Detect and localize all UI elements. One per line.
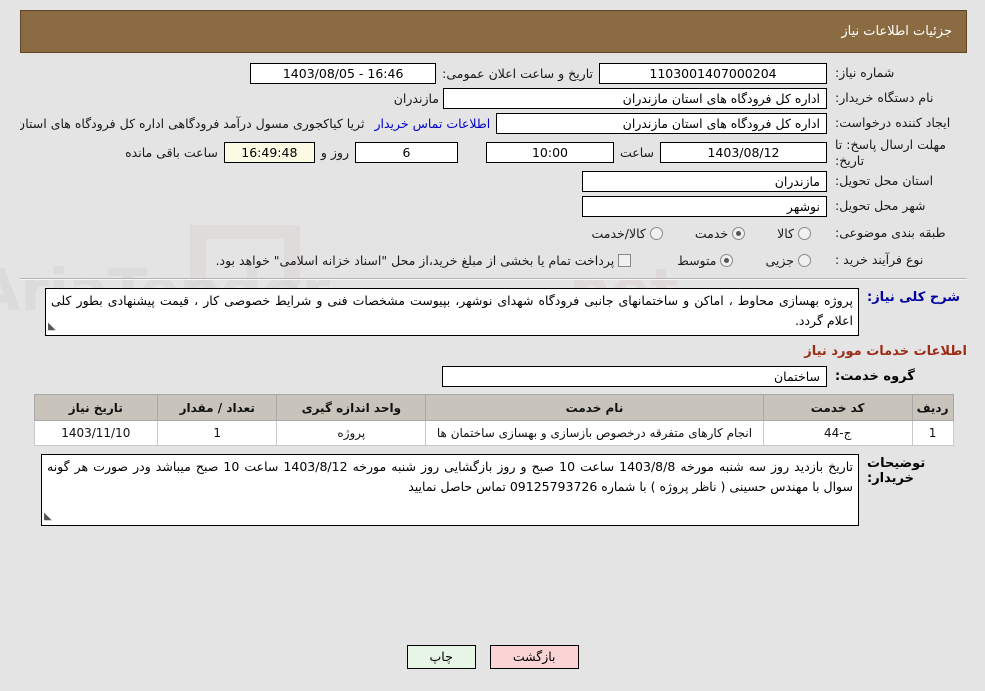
resize-grip-icon[interactable]: ◢ <box>48 319 56 335</box>
province-value[interactable]: مازندران <box>582 171 827 193</box>
service-group-label: گروه خدمت: <box>835 368 915 384</box>
th-code: کد خدمت <box>762 394 913 422</box>
row-need-description: شرح کلی نیاز: پروژه بهسازی محاوط ، اماکن… <box>20 288 967 337</box>
need-description-value: پروژه بهسازی محاوط ، اماکن و ساختمانهای … <box>51 293 853 328</box>
page-title: جزئیات اطلاعات نیاز <box>841 24 952 39</box>
row-deadline: مهلت ارسال پاسخ: تا تاریخ: 1403/08/12 سا… <box>20 137 967 168</box>
public-announce-value[interactable]: 16:46 - 1403/08/05 <box>250 63 437 84</box>
need-description-label: شرح کلی نیاز: <box>867 290 961 306</box>
radio-process-motavaset-label: متوسط <box>677 253 717 269</box>
deadline-time-value[interactable]: 10:00 <box>485 142 614 164</box>
th-unit: واحد اندازه گیری <box>276 394 427 422</box>
radio-category-kala[interactable] <box>798 227 811 241</box>
deadline-label: مهلت ارسال پاسخ: تا تاریخ: <box>835 137 946 168</box>
cell-name: انجام کارهای متفرقه درخصوص بازسازی و بهس… <box>425 420 764 447</box>
radio-category-kala-khedmat[interactable] <box>649 227 663 241</box>
buyer-org-label: نام دستگاه خریدار: <box>835 90 934 106</box>
services-table: ردیف کد خدمت نام خدمت واحد اندازه گیری ت… <box>33 394 954 447</box>
row-need-number: شماره نیاز: 1103001407000204 تاریخ و ساع… <box>20 62 967 85</box>
table-header-row: ردیف کد خدمت نام خدمت واحد اندازه گیری ت… <box>33 394 954 422</box>
footer-buttons: بازگشت چاپ <box>0 645 985 669</box>
page-root: AriaTender .net جزئیات اطلاعات نیاز شمار… <box>0 0 985 691</box>
back-button[interactable]: بازگشت <box>489 645 579 669</box>
services-section-heading: اطلاعات خدمات مورد نیاز <box>804 344 967 360</box>
row-city: شهر محل تحویل: نوشهر <box>20 195 967 218</box>
resize-grip-icon-notes[interactable]: ◢ <box>44 509 52 525</box>
buyer-contact-link[interactable]: اطلاعات تماس خریدار <box>368 116 496 131</box>
need-number-value[interactable]: 1103001407000204 <box>599 63 827 84</box>
buyer-notes-value: تاریخ بازدید روز سه شنبه مورخه 1403/8/8 … <box>47 459 854 494</box>
province-label: استان محل تحویل: <box>835 173 934 189</box>
cell-qty: 1 <box>157 420 278 447</box>
cell-radif: 1 <box>911 420 954 447</box>
radio-category-khedmat-label: خدمت <box>694 226 729 242</box>
treasury-note: پرداخت تمام یا بخشی از مبلغ خرید،از محل … <box>215 253 615 269</box>
radio-category-khedmat[interactable] <box>732 227 746 241</box>
row-category: طبقه بندی موضوعی: کالا خدمت کالا/خدمت <box>20 222 967 245</box>
buyer-notes-label: توضیحات خریدار: <box>867 456 926 487</box>
cell-code: ج-44 <box>762 420 913 447</box>
row-creator: ایجاد کننده درخواست: اداره کل فرودگاه ها… <box>20 112 967 135</box>
deadline-time-label: ساعت <box>619 145 654 161</box>
row-service-group: گروه خدمت: ساختمان <box>20 365 967 388</box>
remaining-clock-value: 16:49:48 <box>223 142 315 164</box>
radio-process-jozii[interactable] <box>798 254 811 268</box>
th-date: تاریخ نیاز <box>33 394 159 422</box>
buyer-notes-text[interactable]: تاریخ بازدید روز سه شنبه مورخه 1403/8/8 … <box>41 454 859 527</box>
print-button[interactable]: چاپ <box>406 645 476 669</box>
buyer-org-overflow: مازندران <box>393 91 439 106</box>
remaining-days-label: روز و <box>320 145 349 161</box>
page-header: جزئیات اطلاعات نیاز <box>20 10 967 53</box>
th-radif: ردیف <box>911 394 954 422</box>
deadline-date-value[interactable]: 1403/08/12 <box>660 142 827 164</box>
creator-overflow: ثریا کیاکجوری مسول درآمد فرودگاهی اداره … <box>20 116 365 131</box>
row-buyer-org: نام دستگاه خریدار: اداره کل فرودگاه های … <box>20 87 967 110</box>
radio-process-motavaset[interactable] <box>720 254 734 268</box>
row-province: استان محل تحویل: مازندران <box>20 170 967 193</box>
category-label: طبقه بندی موضوعی: <box>835 225 946 241</box>
remaining-days-value: 6 <box>354 142 458 164</box>
city-value[interactable]: نوشهر <box>582 196 827 218</box>
treasury-checkbox[interactable] <box>618 254 632 268</box>
city-label: شهر محل تحویل: <box>835 198 926 214</box>
creator-value[interactable]: اداره کل فرودگاه های استان مازندران <box>496 113 827 134</box>
row-process: نوع فرآیند خرید : جزیی متوسط پرداخت تمام… <box>20 249 967 272</box>
need-description-text[interactable]: پروژه بهسازی محاوط ، اماکن و ساختمانهای … <box>45 288 859 337</box>
creator-label: ایجاد کننده درخواست: <box>835 115 951 131</box>
th-name: نام خدمت <box>425 394 764 422</box>
row-buyer-notes: توضیحات خریدار: تاریخ بازدید روز سه شنبه… <box>20 454 967 527</box>
radio-category-kala-label: کالا <box>777 226 794 242</box>
category-radio-group: کالا خدمت کالا/خدمت <box>589 226 821 241</box>
cell-date: 1403/11/10 <box>33 420 159 447</box>
service-group-value[interactable]: ساختمان <box>442 366 827 388</box>
main-content: شماره نیاز: 1103001407000204 تاریخ و ساع… <box>20 62 967 527</box>
public-announce-label: تاریخ و ساعت اعلان عمومی: <box>442 66 593 81</box>
process-label: نوع فرآیند خرید : <box>835 252 924 268</box>
process-radio-group: جزیی متوسط پرداخت تمام یا بخشی از مبلغ خ… <box>216 253 821 268</box>
divider-top <box>20 278 967 281</box>
table-row: 1 ج-44 انجام کارهای متفرقه درخصوص بازساز… <box>33 420 954 447</box>
radio-process-jozii-label: جزیی <box>765 253 794 269</box>
radio-category-kala-khedmat-label: کالا/خدمت <box>591 226 646 242</box>
cell-unit: پروژه <box>276 420 427 447</box>
remaining-clock-label: ساعت باقی مانده <box>125 145 218 161</box>
th-qty: تعداد / مقدار <box>157 394 278 422</box>
buyer-org-value[interactable]: اداره کل فرودگاه های استان مازندران <box>443 88 827 109</box>
need-number-label: شماره نیاز: <box>835 65 895 81</box>
